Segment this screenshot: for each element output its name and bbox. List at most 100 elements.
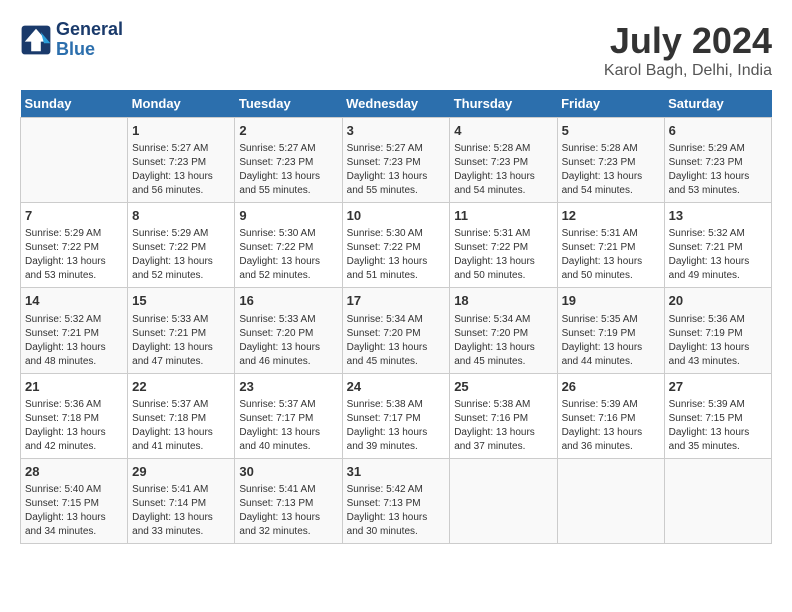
table-row: 25 Sunrise: 5:38 AM Sunset: 7:16 PM Dayli…	[450, 373, 557, 458]
day-info: Sunrise: 5:40 AM Sunset: 7:15 PM Dayligh…	[25, 483, 123, 539]
table-row: 16 Sunrise: 5:33 AM Sunset: 7:20 PM Dayli…	[235, 288, 342, 373]
day-info: Sunrise: 5:27 AM Sunset: 7:23 PM Dayligh…	[132, 142, 230, 198]
day-info: Sunrise: 5:37 AM Sunset: 7:17 PM Dayligh…	[239, 398, 337, 454]
day-number: 18	[454, 292, 552, 310]
day-number: 1	[132, 122, 230, 140]
day-number: 30	[239, 463, 337, 481]
day-number: 13	[669, 207, 767, 225]
calendar-week-row: 21Sunrise: 5:36 AM Sunset: 7:18 PM Dayli…	[21, 373, 772, 458]
day-number: 10	[347, 207, 446, 225]
calendar-table: Sunday Monday Tuesday Wednesday Thursday…	[20, 90, 772, 544]
day-info: Sunrise: 5:29 AM Sunset: 7:23 PM Dayligh…	[669, 142, 767, 198]
table-row: 28 Sunrise: 5:40 AM Sunset: 7:15 PM Dayli…	[21, 458, 128, 543]
col-saturday: Saturday	[664, 90, 771, 118]
col-tuesday: Tuesday	[235, 90, 342, 118]
table-row	[21, 118, 128, 203]
day-number: 20	[669, 292, 767, 310]
day-number: 3	[347, 122, 446, 140]
day-info: Sunrise: 5:38 AM Sunset: 7:16 PM Dayligh…	[454, 398, 552, 454]
day-number: 24	[347, 378, 446, 396]
day-number: 19	[562, 292, 660, 310]
calendar-week-row: 1 Sunrise: 5:27 AM Sunset: 7:23 PM Daylig…	[21, 118, 772, 203]
logo: General Blue	[20, 20, 123, 60]
day-info: Sunrise: 5:34 AM Sunset: 7:20 PM Dayligh…	[347, 313, 446, 369]
table-row: 2 Sunrise: 5:27 AM Sunset: 7:23 PM Daylig…	[235, 118, 342, 203]
table-row: 15 Sunrise: 5:33 AM Sunset: 7:21 PM Dayli…	[128, 288, 235, 373]
day-number: 28	[25, 463, 123, 481]
day-number: 2	[239, 122, 337, 140]
day-number: 14	[25, 292, 123, 310]
day-info: Sunrise: 5:31 AM Sunset: 7:22 PM Dayligh…	[454, 227, 552, 283]
day-info: Sunrise: 5:37 AM Sunset: 7:18 PM Dayligh…	[132, 398, 230, 454]
table-row: 31Sunrise: 5:42 AM Sunset: 7:13 PM Dayli…	[342, 458, 450, 543]
day-number: 7	[25, 207, 123, 225]
logo-text-blue: Blue	[56, 40, 123, 60]
day-number: 22	[132, 378, 230, 396]
month-year-title: July 2024	[604, 20, 772, 62]
logo-icon	[20, 24, 52, 56]
calendar-week-row: 14Sunrise: 5:32 AM Sunset: 7:21 PM Dayli…	[21, 288, 772, 373]
day-info: Sunrise: 5:33 AM Sunset: 7:21 PM Dayligh…	[132, 313, 230, 369]
table-row	[664, 458, 771, 543]
day-info: Sunrise: 5:34 AM Sunset: 7:20 PM Dayligh…	[454, 313, 552, 369]
day-info: Sunrise: 5:41 AM Sunset: 7:14 PM Dayligh…	[132, 483, 230, 539]
col-wednesday: Wednesday	[342, 90, 450, 118]
table-row: 18 Sunrise: 5:34 AM Sunset: 7:20 PM Dayli…	[450, 288, 557, 373]
col-monday: Monday	[128, 90, 235, 118]
col-sunday: Sunday	[21, 90, 128, 118]
day-number: 29	[132, 463, 230, 481]
day-info: Sunrise: 5:28 AM Sunset: 7:23 PM Dayligh…	[562, 142, 660, 198]
day-number: 5	[562, 122, 660, 140]
col-thursday: Thursday	[450, 90, 557, 118]
table-row: 22 Sunrise: 5:37 AM Sunset: 7:18 PM Dayli…	[128, 373, 235, 458]
table-row: 19 Sunrise: 5:35 AM Sunset: 7:19 PM Dayli…	[557, 288, 664, 373]
location-subtitle: Karol Bagh, Delhi, India	[604, 62, 772, 80]
table-row: 14Sunrise: 5:32 AM Sunset: 7:21 PM Dayli…	[21, 288, 128, 373]
table-row: 29 Sunrise: 5:41 AM Sunset: 7:14 PM Dayli…	[128, 458, 235, 543]
calendar-week-row: 7 Sunrise: 5:29 AM Sunset: 7:22 PM Daylig…	[21, 203, 772, 288]
day-number: 23	[239, 378, 337, 396]
day-number: 26	[562, 378, 660, 396]
table-row: 13Sunrise: 5:32 AM Sunset: 7:21 PM Dayli…	[664, 203, 771, 288]
day-number: 15	[132, 292, 230, 310]
day-info: Sunrise: 5:29 AM Sunset: 7:22 PM Dayligh…	[132, 227, 230, 283]
table-row: 4 Sunrise: 5:28 AM Sunset: 7:23 PM Daylig…	[450, 118, 557, 203]
day-number: 25	[454, 378, 552, 396]
table-row: 8Sunrise: 5:29 AM Sunset: 7:22 PM Daylig…	[128, 203, 235, 288]
table-row: 5 Sunrise: 5:28 AM Sunset: 7:23 PM Daylig…	[557, 118, 664, 203]
day-info: Sunrise: 5:38 AM Sunset: 7:17 PM Dayligh…	[347, 398, 446, 454]
day-number: 4	[454, 122, 552, 140]
table-row	[450, 458, 557, 543]
day-info: Sunrise: 5:31 AM Sunset: 7:21 PM Dayligh…	[562, 227, 660, 283]
col-friday: Friday	[557, 90, 664, 118]
table-row: 30 Sunrise: 5:41 AM Sunset: 7:13 PM Dayli…	[235, 458, 342, 543]
day-info: Sunrise: 5:39 AM Sunset: 7:15 PM Dayligh…	[669, 398, 767, 454]
day-info: Sunrise: 5:27 AM Sunset: 7:23 PM Dayligh…	[239, 142, 337, 198]
table-row: 12Sunrise: 5:31 AM Sunset: 7:21 PM Dayli…	[557, 203, 664, 288]
table-row: 3Sunrise: 5:27 AM Sunset: 7:23 PM Daylig…	[342, 118, 450, 203]
table-row: 1 Sunrise: 5:27 AM Sunset: 7:23 PM Daylig…	[128, 118, 235, 203]
table-row: 26 Sunrise: 5:39 AM Sunset: 7:16 PM Dayli…	[557, 373, 664, 458]
calendar-header-row: Sunday Monday Tuesday Wednesday Thursday…	[21, 90, 772, 118]
day-info: Sunrise: 5:29 AM Sunset: 7:22 PM Dayligh…	[25, 227, 123, 283]
day-number: 11	[454, 207, 552, 225]
day-info: Sunrise: 5:41 AM Sunset: 7:13 PM Dayligh…	[239, 483, 337, 539]
table-row: 17 Sunrise: 5:34 AM Sunset: 7:20 PM Dayli…	[342, 288, 450, 373]
day-number: 16	[239, 292, 337, 310]
day-info: Sunrise: 5:30 AM Sunset: 7:22 PM Dayligh…	[239, 227, 337, 283]
day-number: 6	[669, 122, 767, 140]
day-info: Sunrise: 5:42 AM Sunset: 7:13 PM Dayligh…	[347, 483, 446, 539]
day-info: Sunrise: 5:33 AM Sunset: 7:20 PM Dayligh…	[239, 313, 337, 369]
day-info: Sunrise: 5:36 AM Sunset: 7:19 PM Dayligh…	[669, 313, 767, 369]
page-header: General Blue July 2024 Karol Bagh, Delhi…	[20, 20, 772, 80]
title-area: July 2024 Karol Bagh, Delhi, India	[604, 20, 772, 80]
day-info: Sunrise: 5:35 AM Sunset: 7:19 PM Dayligh…	[562, 313, 660, 369]
table-row: 10 Sunrise: 5:30 AM Sunset: 7:22 PM Dayli…	[342, 203, 450, 288]
day-info: Sunrise: 5:28 AM Sunset: 7:23 PM Dayligh…	[454, 142, 552, 198]
day-number: 17	[347, 292, 446, 310]
table-row: 20 Sunrise: 5:36 AM Sunset: 7:19 PM Dayli…	[664, 288, 771, 373]
table-row	[557, 458, 664, 543]
day-info: Sunrise: 5:39 AM Sunset: 7:16 PM Dayligh…	[562, 398, 660, 454]
calendar-week-row: 28 Sunrise: 5:40 AM Sunset: 7:15 PM Dayli…	[21, 458, 772, 543]
day-info: Sunrise: 5:30 AM Sunset: 7:22 PM Dayligh…	[347, 227, 446, 283]
